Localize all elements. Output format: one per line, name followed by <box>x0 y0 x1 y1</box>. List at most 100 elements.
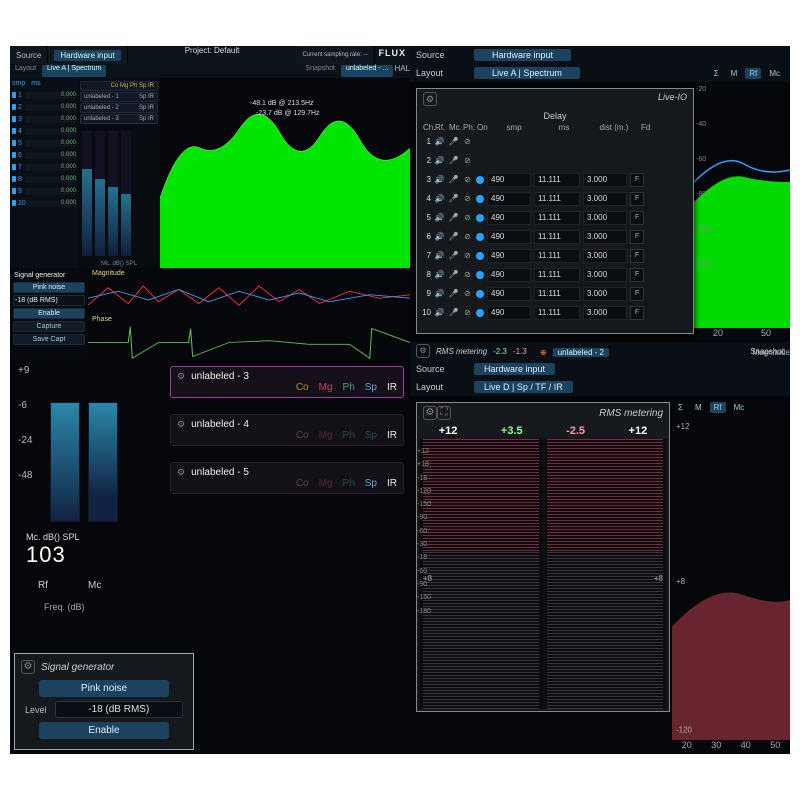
speaker-icon[interactable]: 🔊 <box>434 250 445 261</box>
track-item[interactable]: ⚙unlabeled - 3 CoMgPhSpIR <box>170 366 404 398</box>
on-toggle[interactable] <box>476 271 484 279</box>
source-select[interactable]: Hardware input <box>474 49 571 61</box>
fd-button[interactable]: F <box>630 211 644 225</box>
fd-button[interactable]: F <box>630 192 644 206</box>
view-tabs[interactable]: ΣMRfMc <box>710 68 784 79</box>
mic-icon[interactable]: 🎤 <box>448 231 459 242</box>
channel-row[interactable]: 100.000 <box>10 197 78 209</box>
layout-select[interactable]: Live A | Spectrum <box>474 67 580 79</box>
phase-icon[interactable]: ⊘ <box>462 174 473 185</box>
speaker-icon[interactable]: 🔊 <box>434 136 445 147</box>
gear-icon[interactable]: ⚙ <box>423 406 437 420</box>
expand-icon[interactable]: ⛶ <box>437 406 451 420</box>
phase-icon[interactable]: ⊘ <box>462 231 473 242</box>
mic-icon[interactable]: 🎤 <box>448 307 459 318</box>
on-toggle[interactable] <box>476 290 484 298</box>
ms-field[interactable] <box>534 306 580 320</box>
ms-field[interactable] <box>534 230 580 244</box>
smp-field[interactable] <box>487 211 531 225</box>
spectrum-plot[interactable]: -48.1 dB @ 213.5Hz -23.7 dB @ 129.7Hz <box>160 78 410 268</box>
on-toggle[interactable] <box>476 195 484 203</box>
snapshot-tag[interactable]: unlabeled - 1Sp IR <box>80 92 158 102</box>
plus-icon[interactable]: ⊕ <box>540 348 547 357</box>
save-capture-button[interactable]: Save Capt <box>13 334 85 345</box>
gear-icon[interactable]: ⚙ <box>21 660 35 674</box>
phase-icon[interactable]: ⊘ <box>462 136 473 147</box>
speaker-icon[interactable]: 🔊 <box>434 174 445 185</box>
ms-field[interactable] <box>534 268 580 282</box>
level-field-small[interactable] <box>13 295 85 306</box>
mic-icon[interactable]: 🎤 <box>448 136 459 147</box>
channel-row[interactable]: 70.000 <box>10 161 78 173</box>
phase-icon[interactable]: ⊘ <box>462 269 473 280</box>
enable-button[interactable]: Enable <box>39 722 169 739</box>
gear-icon[interactable]: ⚙ <box>177 419 185 430</box>
mic-icon[interactable]: 🎤 <box>448 269 459 280</box>
snapshot-tag[interactable]: unlabeled - 3Sp IR <box>80 114 158 124</box>
capture-button[interactable]: Capture <box>13 321 85 332</box>
magnitude-chart-inset[interactable]: +12 +8 -120 20304050 <box>672 414 790 754</box>
speaker-icon[interactable]: 🔊 <box>434 231 445 242</box>
speaker-icon[interactable]: 🔊 <box>434 307 445 318</box>
dist-field[interactable] <box>583 306 627 320</box>
ms-field[interactable] <box>534 249 580 263</box>
view-tabs[interactable]: ΣMRfMc <box>674 402 748 413</box>
gear-icon[interactable]: ⚙ <box>177 467 185 478</box>
smp-field[interactable] <box>487 268 531 282</box>
smp-field[interactable] <box>487 230 531 244</box>
speaker-icon[interactable]: 🔊 <box>434 269 445 280</box>
on-toggle[interactable] <box>476 252 484 260</box>
channel-row[interactable]: 90.000 <box>10 185 78 197</box>
ms-field[interactable] <box>534 173 580 187</box>
fd-button[interactable]: F <box>630 173 644 187</box>
speaker-icon[interactable]: 🔊 <box>434 212 445 223</box>
channel-row[interactable]: 60.000 <box>10 149 78 161</box>
layout-select[interactable]: Live A | Spectrum <box>42 65 106 77</box>
mic-icon[interactable]: 🎤 <box>448 174 459 185</box>
channel-row[interactable]: 20.000 <box>10 101 78 113</box>
ms-field[interactable] <box>534 211 580 225</box>
snapshot-chip[interactable]: unlabeled - 2 <box>553 348 609 357</box>
channel-row[interactable]: 50.000 <box>10 137 78 149</box>
on-toggle[interactable] <box>476 214 484 222</box>
phase-icon[interactable]: ⊘ <box>462 193 473 204</box>
fd-button[interactable]: F <box>630 230 644 244</box>
smp-field[interactable] <box>487 192 531 206</box>
gear-icon[interactable]: ⚙ <box>177 371 185 382</box>
dist-field[interactable] <box>583 287 627 301</box>
dist-field[interactable] <box>583 211 627 225</box>
enable-button-small[interactable]: Enable <box>13 308 85 319</box>
phase-icon[interactable]: ⊘ <box>462 307 473 318</box>
fd-button[interactable]: F <box>630 249 644 263</box>
smp-field[interactable] <box>487 249 531 263</box>
fd-button[interactable]: F <box>630 287 644 301</box>
mic-icon[interactable]: 🎤 <box>448 155 459 166</box>
on-toggle[interactable] <box>476 176 484 184</box>
dist-field[interactable] <box>583 173 627 187</box>
phase-icon[interactable]: ⊘ <box>462 288 473 299</box>
fd-button[interactable]: F <box>630 268 644 282</box>
smp-field[interactable] <box>487 173 531 187</box>
pink-noise-button[interactable]: Pink noise <box>13 282 85 293</box>
phase-plot[interactable] <box>88 325 410 360</box>
channel-row[interactable]: 30.000 <box>10 113 78 125</box>
track-item[interactable]: ⚙unlabeled - 4 CoMgPhSpIR <box>170 414 404 446</box>
pink-noise-button[interactable]: Pink noise <box>39 680 169 697</box>
ms-field[interactable] <box>534 192 580 206</box>
phase-icon[interactable]: ⊘ <box>462 250 473 261</box>
snapshot-select[interactable]: unlabeled - ... <box>341 65 393 77</box>
speaker-icon[interactable]: 🔊 <box>434 193 445 204</box>
dist-field[interactable] <box>583 268 627 282</box>
dist-field[interactable] <box>583 230 627 244</box>
channel-row[interactable]: 80.000 <box>10 173 78 185</box>
spectrum-chart-inset[interactable]: -20-40-60-80-100-120 2050 <box>694 82 790 342</box>
phase-icon[interactable]: ⊘ <box>462 155 473 166</box>
mic-icon[interactable]: 🎤 <box>448 212 459 223</box>
channel-row[interactable]: 10.000 <box>10 89 78 101</box>
source-select[interactable]: Hardware input <box>54 50 120 61</box>
speaker-icon[interactable]: 🔊 <box>434 155 445 166</box>
gear-icon[interactable]: ⚙ <box>423 92 437 106</box>
ms-field[interactable] <box>534 287 580 301</box>
on-toggle[interactable] <box>476 309 484 317</box>
level-field[interactable]: -18 (dB RMS) <box>55 701 183 718</box>
